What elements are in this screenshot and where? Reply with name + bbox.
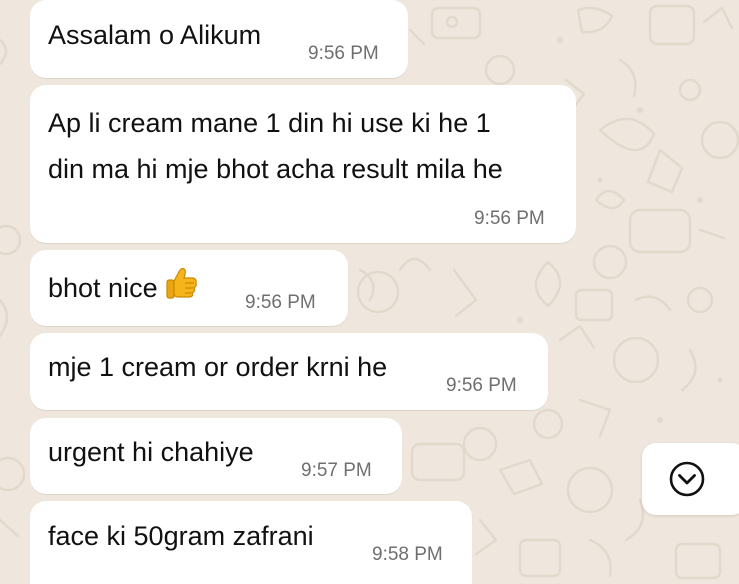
message-text-line: din ma hi mje bhot acha result mila he [48,154,503,184]
message-text: bhot nice [48,261,200,311]
message-bubble[interactable]: Assalam o Alikum 9:56 PM [30,0,408,78]
message-time: 9:56 PM [308,43,379,64]
message-bubble[interactable]: face ki 50gram zafrani 9:58 PM [30,501,472,584]
message-text-content: bhot nice [48,273,158,303]
message-text-line: Ap li cream mane 1 din hi use ki he 1 [48,108,491,138]
message-bubble[interactable]: urgent hi chahiye 9:57 PM [30,418,402,494]
chevron-down-circle-icon [668,460,706,498]
message-time: 9:58 PM [372,544,443,565]
message-bubble[interactable]: bhot nice 9:56 PM [30,250,348,326]
message-text: mje 1 cream or order krni he [48,352,388,382]
message-text: face ki 50gram zafrani [48,521,314,551]
message-text: urgent hi chahiye [48,437,254,467]
message-text: Assalam o Alikum [48,20,262,50]
message-bubble[interactable]: Ap li cream mane 1 din hi use ki he 1 di… [30,85,576,243]
scroll-to-bottom-button[interactable] [642,443,739,515]
message-time: 9:56 PM [474,208,545,229]
message-time: 9:57 PM [301,460,372,481]
thumbs-up-emoji [164,265,200,315]
message-time: 9:56 PM [245,292,316,313]
message-bubble[interactable]: mje 1 cream or order krni he 9:56 PM [30,333,548,410]
message-time: 9:56 PM [446,375,517,396]
